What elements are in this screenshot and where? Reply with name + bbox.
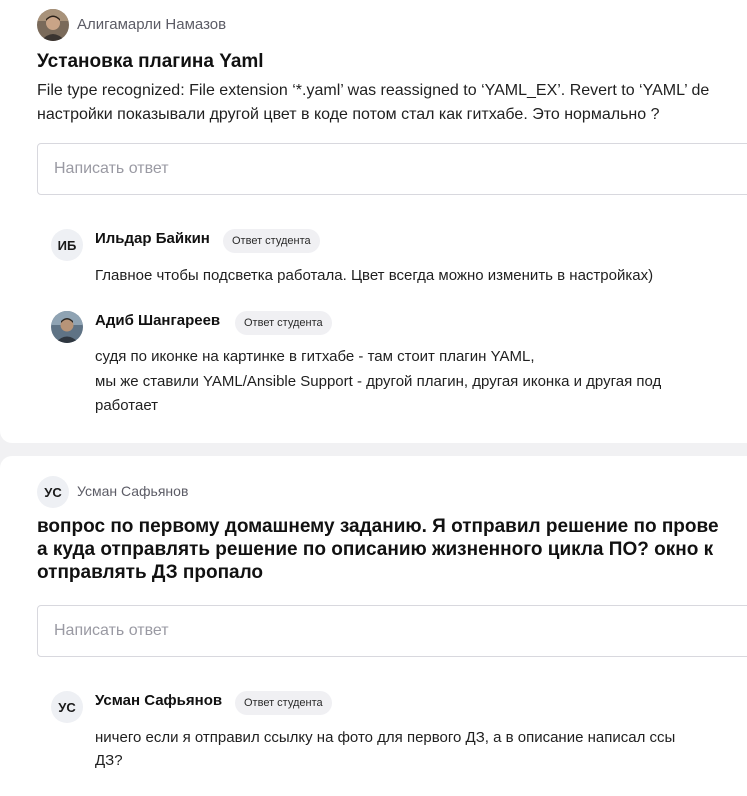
post-title-line: а куда отправлять решение по описанию жи… bbox=[37, 539, 714, 560]
author-name[interactable]: Усман Сафьянов bbox=[77, 483, 188, 499]
author-avatar[interactable]: УС bbox=[37, 476, 69, 508]
reply-author-name[interactable]: Адиб Шангареев bbox=[95, 312, 220, 329]
thread-card: Алигамарли Намазов Установка плагина Yam… bbox=[0, 0, 747, 443]
reply-text-line: мы же ставили YAML/Ansible Support - дру… bbox=[95, 373, 662, 390]
reply-author-name[interactable]: Усман Сафьянов bbox=[95, 692, 222, 709]
reply-text-line: ДЗ? bbox=[95, 752, 123, 769]
student-answer-badge: Ответ студента bbox=[223, 229, 320, 253]
author-name[interactable]: Алигамарли Намазов bbox=[77, 16, 226, 33]
post-title-line: отправлять ДЗ пропало bbox=[37, 562, 264, 583]
reply-input[interactable] bbox=[37, 143, 747, 195]
post-body-line: настройки показывали другой цвет в коде … bbox=[37, 106, 660, 123]
reply-text-line: работает bbox=[95, 397, 159, 414]
author-photo-icon bbox=[37, 9, 69, 41]
reply-text-line: Главное чтобы подсветка работала. Цвет в… bbox=[95, 267, 654, 284]
post-body-line: File type recognized: File extension ‘*.… bbox=[37, 82, 710, 99]
post-title: Установка плагина Yaml bbox=[37, 51, 264, 72]
student-answer-badge: Ответ студента bbox=[235, 311, 332, 335]
thread-card: УС Усман Сафьянов вопрос по первому дома… bbox=[0, 456, 747, 796]
reply-avatar[interactable]: ИБ bbox=[51, 229, 83, 261]
reply-avatar[interactable] bbox=[51, 311, 83, 343]
post-title-line: вопрос по первому домашнему заданию. Я о… bbox=[37, 516, 719, 537]
reply-avatar[interactable]: УС bbox=[51, 691, 83, 723]
author-avatar[interactable] bbox=[37, 9, 69, 41]
reply-text-line: ничего если я отправил ссылку на фото дл… bbox=[95, 729, 676, 746]
reply-input[interactable] bbox=[37, 605, 747, 657]
reply-text-line: судя по иконке на картинке в гитхабе - т… bbox=[95, 348, 535, 365]
reply-author-name[interactable]: Ильдар Байкин bbox=[95, 230, 210, 247]
student-answer-badge: Ответ студента bbox=[235, 691, 332, 715]
user-photo-icon bbox=[51, 311, 83, 343]
